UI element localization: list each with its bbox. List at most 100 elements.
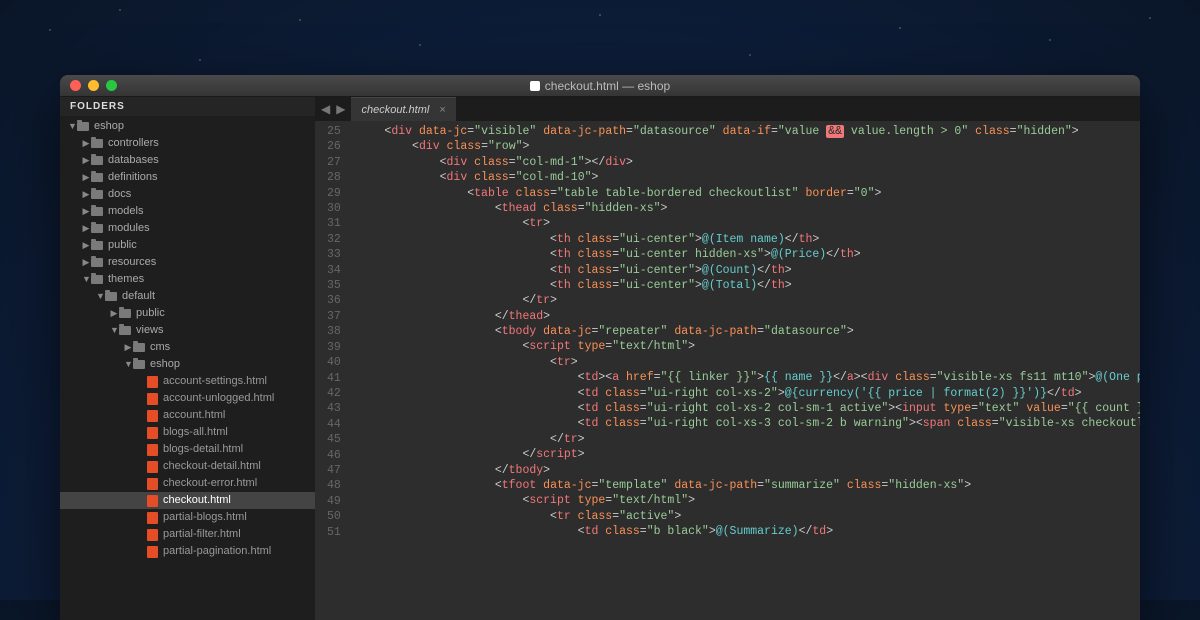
folder-label: views bbox=[136, 322, 164, 339]
code-line[interactable]: <div class="col-md-1"></div> bbox=[357, 155, 1140, 170]
file-item[interactable]: partial-pagination.html bbox=[60, 543, 315, 560]
disclosure-arrow-icon: ▶ bbox=[82, 186, 90, 203]
code-line[interactable]: <td><a href="{{ linker }}">{{ name }}</a… bbox=[357, 370, 1140, 385]
code-line[interactable]: <tbody data-jc="repeater" data-jc-path="… bbox=[357, 324, 1140, 339]
file-label: blogs-all.html bbox=[163, 424, 228, 441]
folder-item[interactable]: ▶databases bbox=[60, 152, 315, 169]
code-line[interactable]: <tfoot data-jc="template" data-jc-path="… bbox=[357, 478, 1140, 493]
code-line[interactable]: <th class="ui-center">@(Item name)</th> bbox=[357, 232, 1140, 247]
folder-item[interactable]: ▼eshop bbox=[60, 356, 315, 373]
code-line[interactable]: </script> bbox=[357, 447, 1140, 462]
code-line[interactable]: <div class="col-md-10"> bbox=[357, 170, 1140, 185]
window-title: checkout.html — eshop bbox=[60, 79, 1140, 93]
code-line[interactable]: <script type="text/html"> bbox=[357, 339, 1140, 354]
file-item[interactable]: account-unlogged.html bbox=[60, 390, 315, 407]
line-number: 40 bbox=[327, 355, 341, 370]
line-number: 36 bbox=[327, 293, 341, 308]
file-item[interactable]: partial-filter.html bbox=[60, 526, 315, 543]
code-line[interactable]: <td class="ui-right col-xs-2 col-sm-1 ac… bbox=[357, 401, 1140, 416]
folder-icon bbox=[91, 241, 103, 250]
close-tab-icon[interactable]: × bbox=[439, 104, 445, 116]
line-number: 29 bbox=[327, 186, 341, 201]
folder-item[interactable]: ▼themes bbox=[60, 271, 315, 288]
disclosure-arrow-icon: ▶ bbox=[110, 305, 118, 322]
folder-label: default bbox=[122, 288, 155, 305]
code-line[interactable]: <td class="b black">@(Summarize)</td> bbox=[357, 524, 1140, 539]
line-number: 48 bbox=[327, 478, 341, 493]
nav-forward-icon[interactable]: ▶ bbox=[336, 102, 345, 116]
line-number: 25 bbox=[327, 124, 341, 139]
html-file-icon bbox=[147, 512, 158, 524]
zoom-icon[interactable] bbox=[106, 80, 117, 91]
folder-item[interactable]: ▼ default bbox=[60, 288, 315, 305]
line-number: 47 bbox=[327, 463, 341, 478]
folder-item[interactable]: ▶definitions bbox=[60, 169, 315, 186]
code-line[interactable]: <td class="ui-right col-xs-3 col-sm-2 b … bbox=[357, 416, 1140, 431]
folder-item[interactable]: ▶docs bbox=[60, 186, 315, 203]
file-item[interactable]: checkout.html bbox=[60, 492, 315, 509]
tab-checkout[interactable]: checkout.html × bbox=[351, 97, 455, 121]
code-line[interactable]: <table class="table table-bordered check… bbox=[357, 186, 1140, 201]
code-line[interactable]: <tr> bbox=[357, 216, 1140, 231]
code-line[interactable]: <tr class="active"> bbox=[357, 509, 1140, 524]
minimize-icon[interactable] bbox=[88, 80, 99, 91]
close-icon[interactable] bbox=[70, 80, 81, 91]
code-line[interactable]: <th class="ui-center hidden-xs">@(Price)… bbox=[357, 247, 1140, 262]
code-line[interactable]: </thead> bbox=[357, 309, 1140, 324]
disclosure-arrow-icon: ▼ bbox=[124, 356, 132, 373]
file-item[interactable]: blogs-detail.html bbox=[60, 441, 315, 458]
html-file-icon bbox=[147, 478, 158, 490]
folder-label: models bbox=[108, 203, 143, 220]
code-line[interactable]: <th class="ui-center">@(Total)</th> bbox=[357, 278, 1140, 293]
folder-label: public bbox=[136, 305, 165, 322]
folder-item[interactable]: ▶resources bbox=[60, 254, 315, 271]
folder-item[interactable]: ▶cms bbox=[60, 339, 315, 356]
nav-back-icon[interactable]: ◀ bbox=[321, 102, 330, 116]
disclosure-arrow-icon: ▼ bbox=[82, 271, 90, 288]
folder-item[interactable]: ▶ models bbox=[60, 203, 315, 220]
code-line[interactable]: <th class="ui-center">@(Count)</th> bbox=[357, 263, 1140, 278]
line-number: 37 bbox=[327, 309, 341, 324]
code-content[interactable]: <div data-jc="visible" data-jc-path="dat… bbox=[349, 121, 1140, 620]
folder-label: modules bbox=[108, 220, 150, 237]
code-line[interactable]: </tbody> bbox=[357, 463, 1140, 478]
file-item[interactable]: blogs-all.html bbox=[60, 424, 315, 441]
folder-item[interactable]: ▶public bbox=[60, 237, 315, 254]
folder-icon bbox=[119, 309, 131, 318]
file-item[interactable]: account.html bbox=[60, 407, 315, 424]
folder-item[interactable]: ▶controllers bbox=[60, 135, 315, 152]
code-line[interactable]: </tr> bbox=[357, 432, 1140, 447]
html-file-icon bbox=[147, 546, 158, 558]
file-label: checkout-error.html bbox=[163, 475, 257, 492]
folder-tree[interactable]: ▼ eshop▶controllers▶databases▶definitions… bbox=[60, 116, 315, 560]
line-number: 39 bbox=[327, 340, 341, 355]
disclosure-arrow-icon: ▼ bbox=[68, 118, 76, 135]
folder-item[interactable]: ▶ public bbox=[60, 305, 315, 322]
html-file-icon bbox=[147, 410, 158, 422]
code-line[interactable]: <tr> bbox=[357, 355, 1140, 370]
html-file-icon bbox=[147, 376, 158, 388]
line-number: 45 bbox=[327, 432, 341, 447]
file-item[interactable]: account-settings.html bbox=[60, 373, 315, 390]
html-file-icon bbox=[147, 529, 158, 541]
folder-item[interactable]: ▼ eshop bbox=[60, 118, 315, 135]
line-number: 46 bbox=[327, 448, 341, 463]
code-line[interactable]: </tr> bbox=[357, 293, 1140, 308]
titlebar[interactable]: checkout.html — eshop bbox=[60, 75, 1140, 97]
code-line[interactable]: <thead class="hidden-xs"> bbox=[357, 201, 1140, 216]
file-item[interactable]: checkout-detail.html bbox=[60, 458, 315, 475]
code-area[interactable]: 2526272829303132333435363738394041424344… bbox=[315, 121, 1140, 620]
file-item[interactable]: partial-blogs.html bbox=[60, 509, 315, 526]
file-item[interactable]: checkout-error.html bbox=[60, 475, 315, 492]
disclosure-arrow-icon: ▶ bbox=[82, 203, 90, 220]
code-line[interactable]: <div class="row"> bbox=[357, 139, 1140, 154]
code-line[interactable]: <td class="ui-right col-xs-2">@{currency… bbox=[357, 386, 1140, 401]
folder-item[interactable]: ▼views bbox=[60, 322, 315, 339]
code-line[interactable]: <script type="text/html"> bbox=[357, 493, 1140, 508]
code-line[interactable]: <div data-jc="visible" data-jc-path="dat… bbox=[357, 124, 1140, 139]
folder-item[interactable]: ▶modules bbox=[60, 220, 315, 237]
folder-label: eshop bbox=[94, 118, 124, 135]
disclosure-arrow-icon: ▼ bbox=[96, 288, 104, 305]
line-number: 35 bbox=[327, 278, 341, 293]
file-label: account-settings.html bbox=[163, 373, 267, 390]
